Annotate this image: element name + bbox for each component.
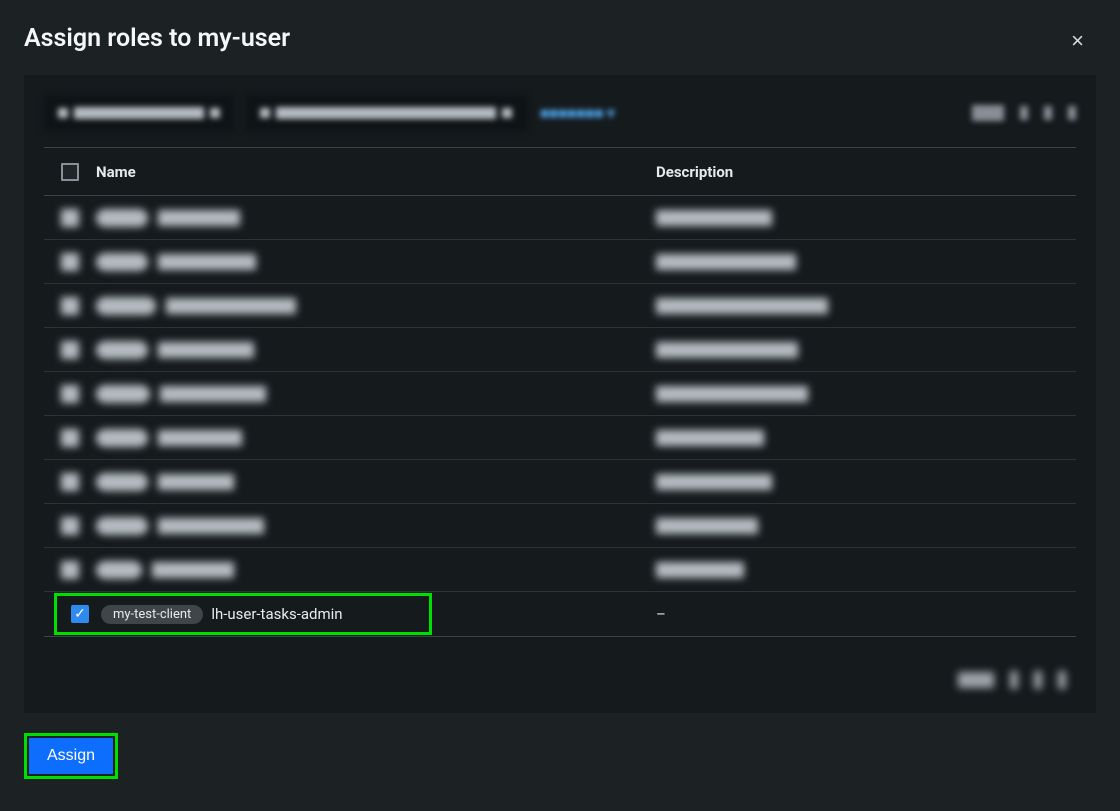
select-all-checkbox[interactable] [61,163,79,181]
role-name: lh-user-tasks-admin [211,605,342,623]
close-icon[interactable]: × [1071,28,1084,54]
assign-button[interactable]: Assign [29,738,113,774]
col-header-name: Name [96,163,656,181]
top-pagination [972,105,1076,121]
col-header-description: Description [656,163,1076,181]
table-header: Name Description [44,148,1076,196]
roles-panel: ■■■■■■■ ▾ Name Description ✓ my-test-clie… [24,75,1096,713]
assign-roles-dialog: Assign roles to my-user × ■■■■■■■ ▾ Name… [0,0,1120,811]
dialog-footer: Assign [24,733,1096,779]
table-row: ✓ my-test-client lh-user-tasks-admin – [44,592,1076,636]
table-row [44,240,1076,284]
dialog-title: Assign roles to my-user [24,24,1096,53]
table-row [44,460,1076,504]
table-row [44,504,1076,548]
filter-bar: ■■■■■■■ ▾ [44,95,1076,147]
table-row [44,372,1076,416]
table-row [44,196,1076,240]
client-badge: my-test-client [101,605,203,624]
table-row [44,416,1076,460]
roles-table: Name Description ✓ my-test-client lh-user-… [44,147,1076,637]
filter-dropdown-1[interactable] [44,95,234,131]
filter-dropdown-2[interactable] [246,95,528,131]
table-row [44,284,1076,328]
table-row [44,328,1076,372]
role-description: – [656,605,666,623]
row-checkbox[interactable]: ✓ [71,605,89,623]
pagination [44,649,1076,697]
table-body: ✓ my-test-client lh-user-tasks-admin – [44,196,1076,636]
table-row [44,548,1076,592]
filter-client-label: ■■■■■■■ ▾ [540,104,615,122]
